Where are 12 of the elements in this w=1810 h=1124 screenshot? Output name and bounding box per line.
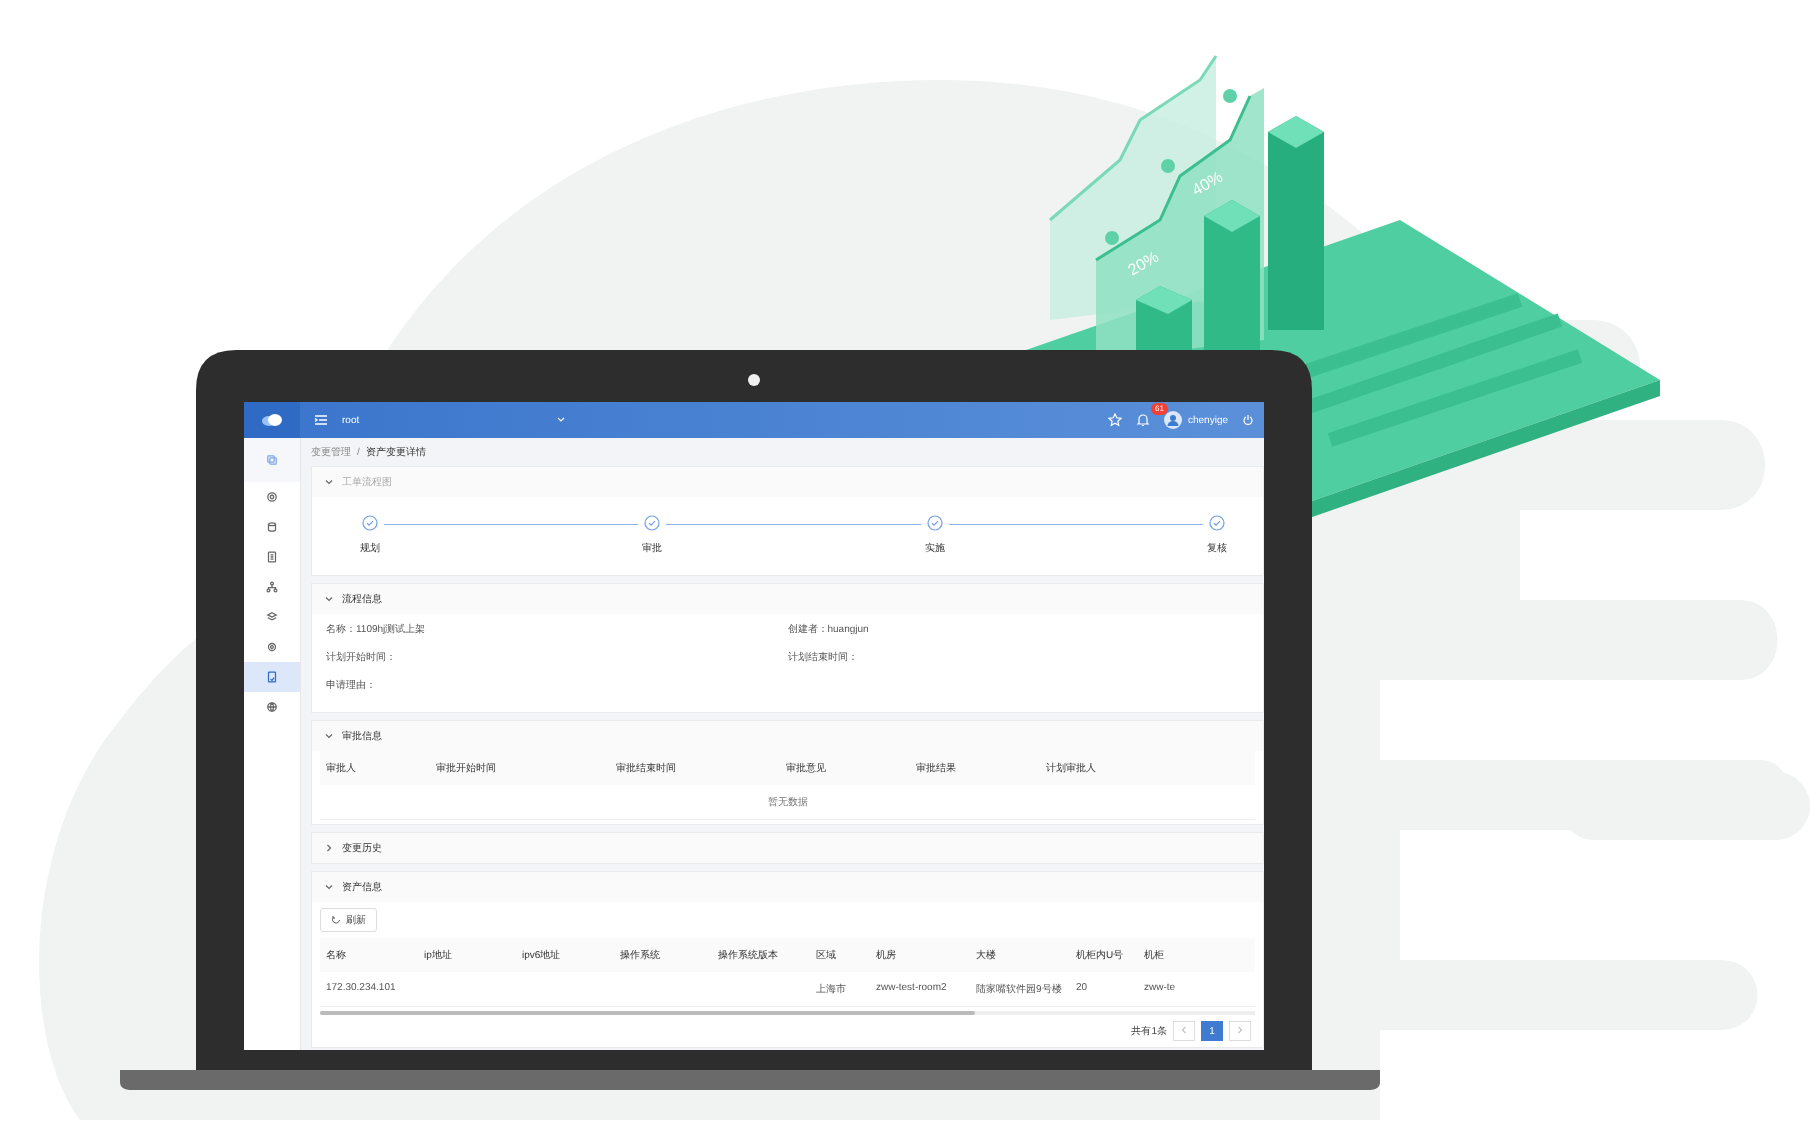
horizontal-scrollbar[interactable]	[320, 1011, 1255, 1015]
webcam-icon	[748, 374, 760, 386]
user-avatar-icon[interactable]	[1163, 411, 1182, 429]
sidebar-item[interactable]	[244, 662, 300, 692]
chart-point	[1105, 231, 1119, 245]
cloud-logo-icon	[261, 413, 283, 427]
chart-point	[1161, 159, 1175, 173]
chart-label: 40%	[1189, 167, 1226, 200]
chart-point	[1223, 89, 1237, 103]
menu-icon[interactable]	[314, 414, 328, 426]
sidebar-item[interactable]	[244, 438, 300, 482]
chart-label: 20%	[1125, 247, 1162, 280]
